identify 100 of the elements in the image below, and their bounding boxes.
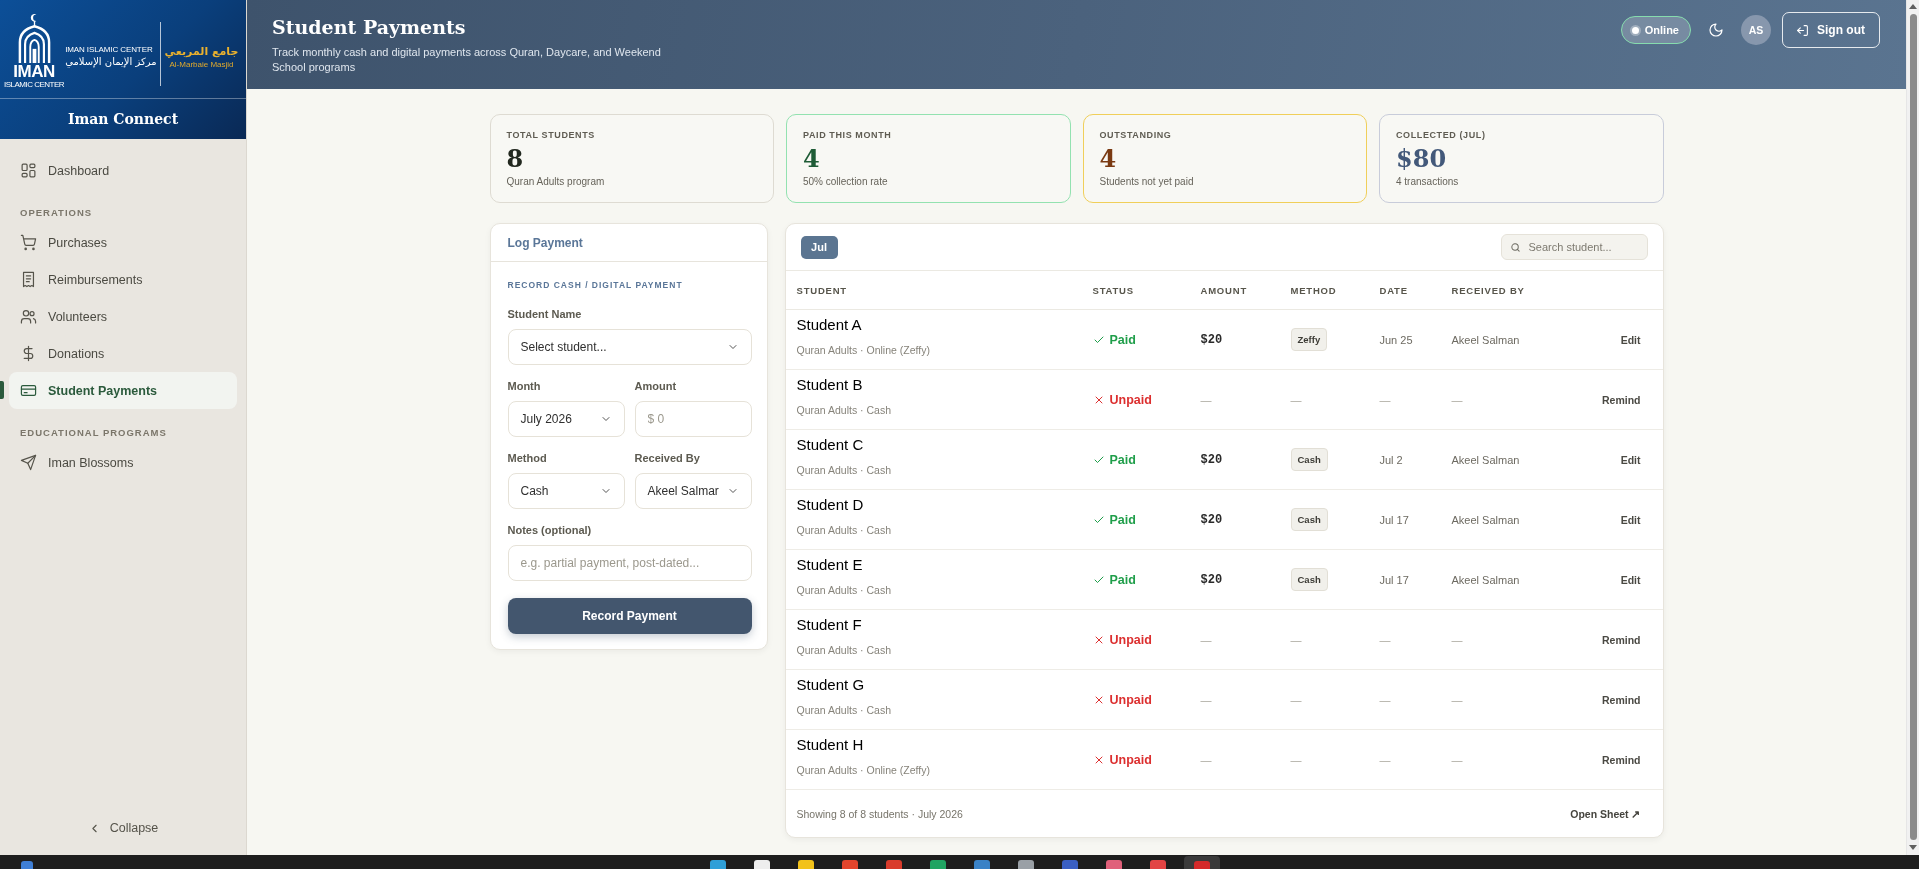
masjid-name: Al-Marbaie Masjid [169, 59, 234, 70]
column-header: STUDENT [796, 284, 848, 296]
select-field[interactable]: Akeel Salmar [634, 473, 752, 509]
grid-icon [20, 162, 37, 179]
student-name: Student B [796, 375, 863, 395]
column-header: DATE [1379, 284, 1409, 296]
student-details: Quran Adults · Cash [796, 643, 892, 657]
date-cell: — [1379, 753, 1391, 766]
method-cell: — [1290, 693, 1302, 706]
method-cell: — [1290, 393, 1302, 406]
taskbar-app-icon[interactable] [753, 860, 770, 869]
amount-cell: $20 [1200, 452, 1223, 467]
column-header: METHOD [1290, 284, 1338, 296]
nav-section-heading: EDUCATIONAL PROGRAMS [19, 426, 168, 440]
method-badge: Cash [1290, 448, 1328, 471]
center-name: IMAN ISLAMIC CENTER [65, 44, 154, 55]
method-cell: — [1290, 633, 1302, 646]
method-badge: Cash [1290, 568, 1328, 591]
nav-item[interactable]: Iman Blossoms [9, 444, 237, 481]
month-filter-chip[interactable]: Jul [800, 235, 838, 259]
nav-item[interactable]: Purchases [9, 224, 237, 261]
received-by-cell: Akeel Salman [1451, 513, 1520, 526]
select-field[interactable]: Select student... [507, 329, 752, 365]
stat-value: 4 [803, 144, 821, 174]
payment-status: Unpaid [1109, 692, 1152, 707]
received-by-cell: — [1451, 753, 1463, 766]
date-cell: — [1379, 633, 1391, 646]
stat-value: 4 [1099, 144, 1118, 174]
date-cell: — [1379, 393, 1391, 406]
stat-note: 4 transactions [1396, 175, 1460, 189]
field-label: Student Name [507, 308, 583, 320]
student-name: Student D [796, 495, 864, 515]
status-dot-icon [1631, 26, 1639, 34]
amount-cell: $20 [1200, 512, 1223, 527]
active-indicator [0, 381, 4, 399]
amount-cell: — [1200, 633, 1212, 646]
sign-out-button[interactable]: Sign out [1782, 12, 1880, 48]
taskbar-app-icon[interactable] [709, 860, 726, 869]
connection-status-pill: Online [1620, 16, 1691, 44]
page-title: Student Payments [272, 15, 467, 39]
nav-item[interactable]: Reimbursements [9, 261, 237, 298]
payment-status: Paid [1109, 512, 1136, 527]
row-action-button[interactable]: Edit [1620, 453, 1641, 466]
field-label: Month [507, 380, 542, 392]
student-details: Quran Adults · Cash [796, 463, 892, 477]
taskbar-app-icon[interactable] [1017, 860, 1034, 869]
scroll-up-arrow-icon[interactable] [1909, 4, 1917, 9]
cart-icon [20, 234, 37, 251]
select-field[interactable]: July 2026 [507, 401, 625, 437]
taskbar-app-icon[interactable] [797, 860, 814, 869]
row-action-button[interactable]: Remind [1602, 633, 1641, 646]
stat-label: OUTSTANDING [1099, 129, 1173, 141]
stat-note: Students not yet paid [1099, 175, 1195, 189]
row-action-button[interactable]: Remind [1602, 393, 1641, 406]
stat-value: $80 [1396, 144, 1448, 174]
student-details: Quran Adults · Cash [796, 703, 892, 717]
open-sheet-link[interactable]: Open Sheet ↗ [1570, 807, 1641, 820]
payment-status: Unpaid [1109, 632, 1152, 647]
row-action-button[interactable]: Edit [1620, 513, 1641, 526]
logo-wordmark: IMAN [13, 63, 55, 80]
table-summary: Showing 8 of 8 students · July 2026 [796, 807, 963, 820]
column-header: RECEIVED BY [1451, 284, 1526, 296]
app-name: Iman Connect [66, 109, 180, 129]
date-cell: Jul 17 [1379, 573, 1409, 586]
row-action-button[interactable]: Remind [1602, 693, 1641, 706]
student-name: Student H [796, 735, 864, 755]
stat-label: COLLECTED (JUL) [1396, 129, 1487, 141]
received-by-cell: Akeel Salman [1451, 453, 1520, 466]
row-action-button[interactable]: Edit [1620, 333, 1641, 346]
input-field[interactable]: e.g. partial payment, post-dated... [507, 545, 752, 581]
nav-item[interactable]: Dashboard [9, 152, 237, 189]
student-details: Quran Adults · Online (Zeffy) [796, 763, 930, 777]
select-field[interactable]: Cash [507, 473, 625, 509]
input-field[interactable]: $ 0 [634, 401, 752, 437]
mosque-dome-icon [16, 13, 52, 63]
row-action-button[interactable]: Remind [1602, 753, 1641, 766]
field-label: Method [507, 452, 548, 464]
search-field[interactable]: Search student... [1500, 234, 1648, 260]
record-payment-button[interactable]: Record Payment [507, 598, 752, 634]
amount-cell: — [1200, 693, 1212, 706]
field-label: Notes (optional) [507, 524, 593, 536]
scrollbar[interactable] [1906, 0, 1919, 855]
collapse-button[interactable]: Collapse [0, 813, 246, 843]
date-cell: — [1379, 693, 1391, 706]
date-cell: Jun 25 [1379, 333, 1413, 346]
row-action-button[interactable]: Edit [1620, 573, 1641, 586]
center-name-arabic: مركز الإيمان الإسلامي [65, 54, 157, 68]
received-by-cell: Akeel Salman [1451, 573, 1520, 586]
nav-item[interactable]: Volunteers [9, 298, 237, 335]
masjid-name-arabic: جامع المربعي [164, 44, 239, 59]
amount-cell: $20 [1200, 572, 1223, 587]
scroll-down-arrow-icon[interactable] [1909, 845, 1917, 850]
field-label: Received By [634, 452, 701, 464]
moon-icon [1708, 22, 1724, 38]
student-name: Student G [796, 675, 865, 695]
nav-item[interactable]: Donations [9, 335, 237, 372]
student-name: Student A [796, 315, 862, 335]
scrollbar-thumb[interactable] [1909, 14, 1917, 840]
payment-status: Unpaid [1109, 392, 1152, 407]
received-by-cell: — [1451, 393, 1463, 406]
